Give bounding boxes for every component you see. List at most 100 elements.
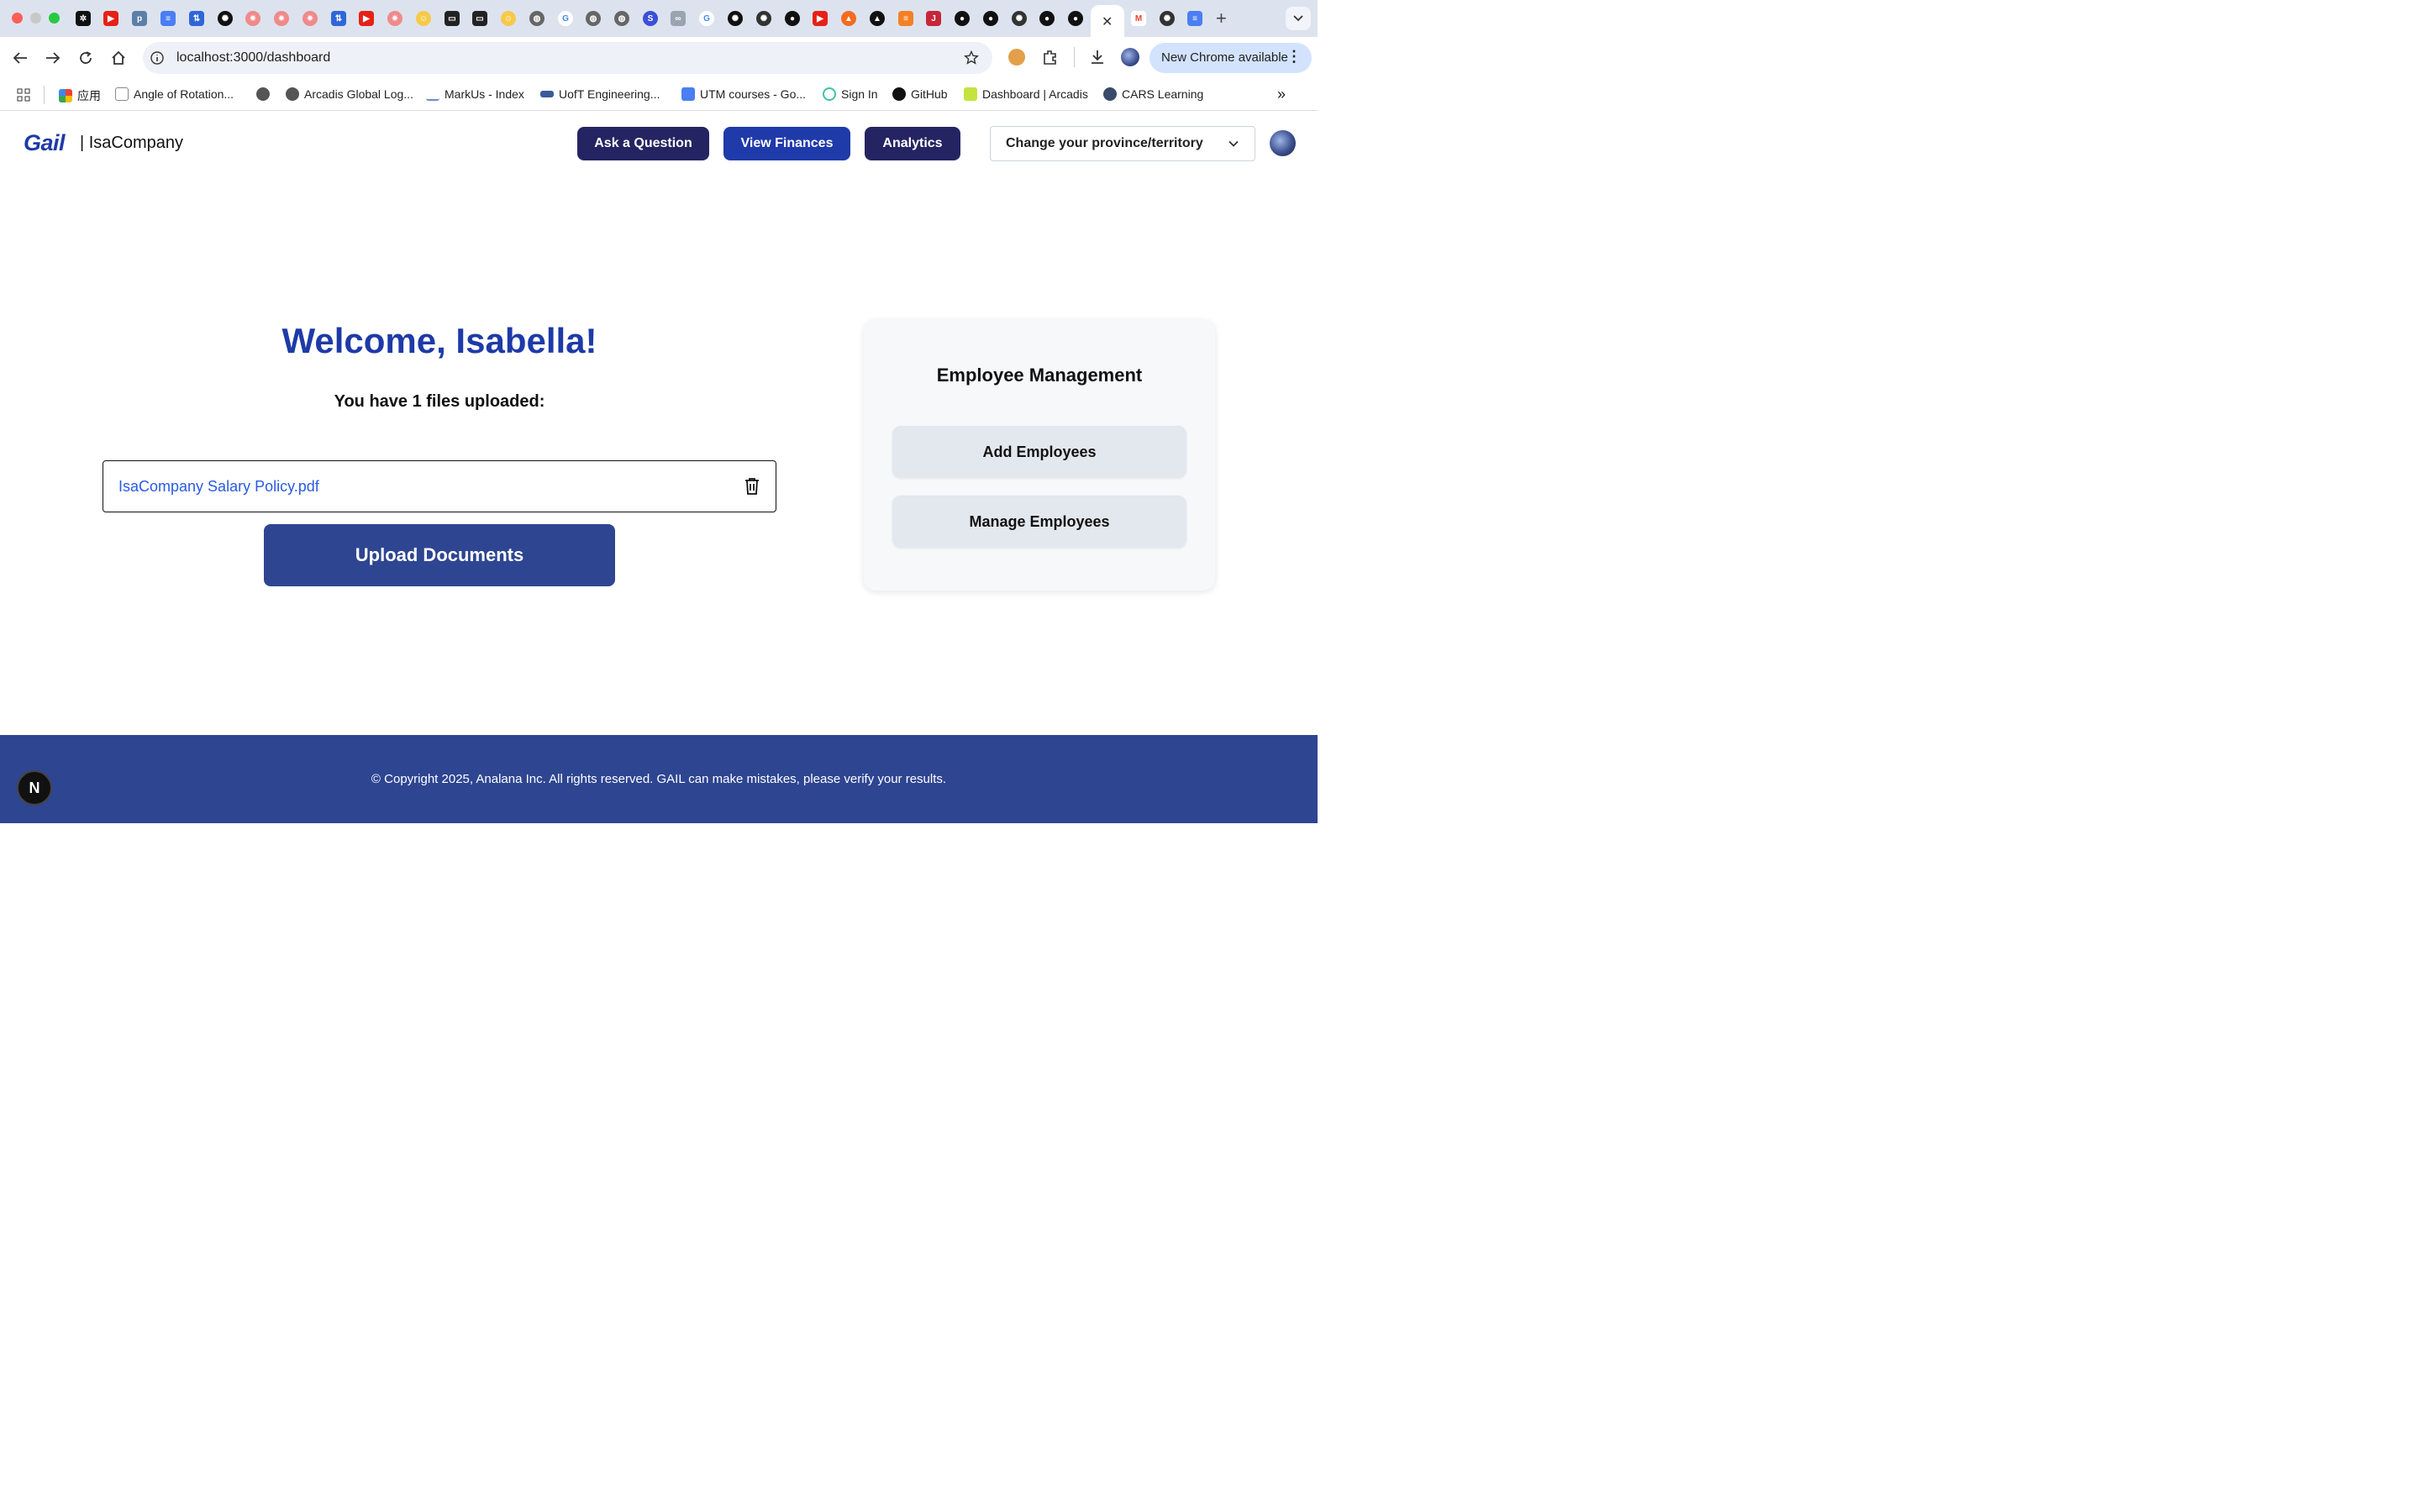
back-button[interactable] [11,49,29,67]
tab-youtube-icon[interactable]: ▶ [359,11,374,26]
minimize-window-button[interactable] [30,13,41,24]
tab-github-icon[interactable]: ● [1039,11,1055,26]
tab-favicon[interactable]: p [132,11,147,26]
extensions-puzzle-icon[interactable] [1042,49,1059,66]
apps-icon [59,89,72,102]
tab-openai-icon[interactable]: ✺ [756,11,771,26]
tab-docs-icon[interactable]: ≡ [1187,11,1202,26]
tab-favicon[interactable]: ∞ [671,11,686,26]
tab-favicon[interactable]: ▲ [841,11,856,26]
tab-github-icon[interactable]: ● [1068,11,1083,26]
tab-gmail-icon[interactable]: M [1131,11,1146,26]
tab-favicon[interactable]: ✷ [245,11,260,26]
footer: © Copyright 2025, Analana Inc. All right… [0,735,1318,823]
tab-youtube-icon[interactable]: ▶ [103,11,118,26]
globe-icon [286,87,299,101]
tab-youtube-icon[interactable]: ▶ [813,11,828,26]
tab-openai-icon[interactable]: ✺ [1160,11,1175,26]
bookmark-label: CARS Learning [1122,87,1204,101]
active-tab[interactable]: ✕ [1091,5,1124,37]
chrome-update-button[interactable]: New Chrome available ⋮ [1150,43,1312,73]
tab-favicon[interactable]: ▭ [445,11,460,26]
arrow-right-icon [46,52,60,64]
tab-favicon[interactable]: ⇅ [189,11,204,26]
tab-github-icon[interactable]: ● [785,11,800,26]
bookmark-item[interactable]: UTM courses - Go... [681,87,806,101]
more-menu-icon[interactable]: ⋮ [1286,48,1302,66]
province-select-label: Change your province/territory [1006,136,1203,150]
bookmark-item[interactable]: Sign In [823,87,878,101]
bookmark-item[interactable]: Dashboard | Arcadis [964,87,1088,101]
profile-avatar[interactable] [1121,48,1139,66]
close-window-button[interactable] [12,13,23,24]
site-info-icon[interactable] [150,51,164,65]
gail-logo[interactable]: Gail [24,130,66,156]
bookmarks-overflow-button[interactable]: » [1277,86,1286,103]
tab-favicon[interactable]: ▭ [472,11,487,26]
tab-openai-icon[interactable]: ✺ [728,11,743,26]
forward-button[interactable] [44,49,62,67]
ask-question-button[interactable]: Ask a Question [577,127,709,160]
tab-stackoverflow-icon[interactable]: ≡ [898,11,913,26]
new-tab-button[interactable]: + [1216,8,1227,29]
cars-icon [1103,87,1117,101]
tab-openai-icon[interactable]: ✺ [1012,11,1027,26]
tab-google-icon[interactable]: G [558,11,573,26]
tab-favicon[interactable]: ✷ [387,11,402,26]
extension-icon[interactable] [1008,49,1025,66]
company-name: | IsaCompany [80,134,184,152]
bookmark-item[interactable]: UofT Engineering... [540,87,660,101]
uoft-icon [540,91,554,97]
close-tab-icon[interactable]: ✕ [1102,13,1113,30]
home-button[interactable] [109,49,128,67]
address-bar[interactable]: localhost:3000/dashboard [143,42,992,74]
manage-employees-button[interactable]: Manage Employees [892,496,1186,548]
tab-github-icon[interactable]: ● [983,11,998,26]
tab-favicon[interactable]: ⇅ [331,11,346,26]
upload-documents-button[interactable]: Upload Documents [264,524,615,586]
bookmark-label: Sign In [841,87,878,101]
browser-tab-strip: ✲ ▶ p ≡ ⇅ ✺ ✷ ✷ ✷ ⇅ ▶ ✷ ☺ ▭ ▭ ☺ ◍ G ◍ ◍ … [0,0,1318,37]
file-link[interactable]: IsaCompany Salary Policy.pdf [118,478,319,496]
tab-globe-icon[interactable]: ◍ [614,11,629,26]
bookmark-item[interactable]: Arcadis Global Log... [286,87,413,101]
chevron-down-icon [1293,15,1303,22]
url-text[interactable]: localhost:3000/dashboard [176,50,330,66]
bookmark-item[interactable]: MarkUs - Index [426,87,524,101]
tab-favicon[interactable]: S [643,11,658,26]
tab-favicon[interactable]: ✷ [302,11,318,26]
maximize-window-button[interactable] [49,13,60,24]
tab-favicon[interactable]: ✲ [76,11,91,26]
tab-favicon[interactable]: ▲ [870,11,885,26]
user-avatar[interactable] [1270,130,1296,156]
reload-button[interactable] [76,49,95,67]
cube-icon [115,87,129,101]
trash-icon[interactable] [744,477,760,496]
download-icon[interactable] [1089,49,1106,66]
bookmark-item[interactable]: Angle of Rotation... [115,87,234,101]
employee-management-title: Employee Management [936,365,1143,386]
tab-huggingface-icon[interactable]: ☺ [501,11,516,26]
bookmark-item[interactable]: 应用 [59,87,101,104]
tab-favicon[interactable]: ✷ [274,11,289,26]
tab-github-icon[interactable]: ● [955,11,970,26]
tab-google-icon[interactable]: G [699,11,714,26]
tab-globe-icon[interactable]: ◍ [586,11,601,26]
bookmark-star-icon[interactable] [964,50,979,66]
tab-favicon[interactable]: J [926,11,941,26]
apps-grid-icon[interactable] [17,88,30,102]
add-employees-button[interactable]: Add Employees [892,426,1186,478]
bookmark-item[interactable] [256,87,270,101]
tab-docs-icon[interactable]: ≡ [160,11,176,26]
tab-huggingface-icon[interactable]: ☺ [416,11,431,26]
view-finances-button[interactable]: View Finances [723,127,850,160]
tab-globe-icon[interactable]: ◍ [529,11,544,26]
nextjs-dev-badge[interactable]: N [17,770,52,806]
arcadis-icon [964,87,977,101]
province-select[interactable]: Change your province/territory [990,126,1255,161]
tab-search-button[interactable] [1286,7,1311,30]
analytics-button[interactable]: Analytics [865,127,960,160]
bookmark-item[interactable]: CARS Learning [1103,87,1203,101]
bookmark-item[interactable]: GitHub [892,87,948,101]
tab-openai-icon[interactable]: ✺ [218,11,233,26]
